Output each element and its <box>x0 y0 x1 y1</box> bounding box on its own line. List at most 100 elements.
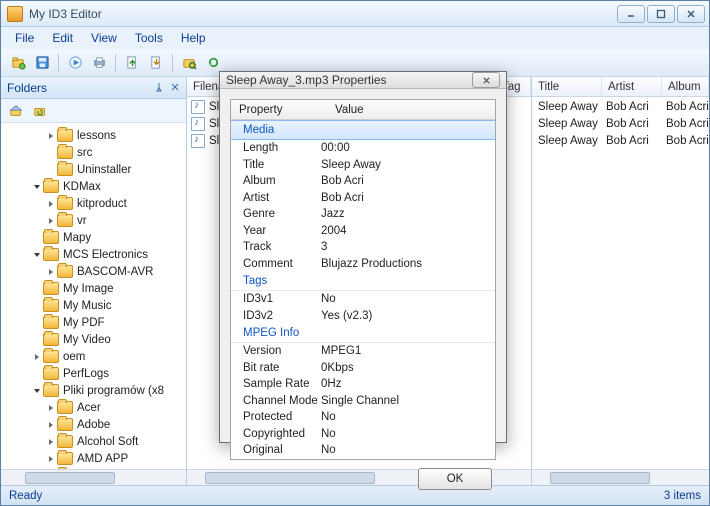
property-row[interactable]: CopyrightedNo <box>231 426 495 443</box>
twisty-icon[interactable] <box>45 404 57 412</box>
twisty-icon[interactable] <box>45 455 57 463</box>
ok-button[interactable]: OK <box>418 468 492 490</box>
track-row[interactable]: Sleep AwayBob AcriBob Acri <box>532 132 709 149</box>
property-section[interactable]: MPEG Info <box>231 324 495 343</box>
property-row[interactable]: Bit rate0Kbps <box>231 360 495 377</box>
property-row[interactable]: Track3 <box>231 239 495 256</box>
tree-node[interactable]: kitproduct <box>3 195 184 212</box>
tree-node[interactable]: BASCOM-AVR <box>3 263 184 280</box>
folder-icon <box>43 316 59 329</box>
toolbar-save-icon[interactable] <box>31 52 53 74</box>
property-row[interactable]: OriginalNo <box>231 442 495 459</box>
twisty-icon[interactable] <box>45 438 57 446</box>
property-value: Bob Acri <box>321 192 495 204</box>
twisty-icon[interactable] <box>45 217 57 225</box>
tree-label: My Image <box>63 283 114 295</box>
tree-node[interactable]: vr <box>3 212 184 229</box>
close-pane-icon[interactable] <box>170 81 180 95</box>
twisty-icon[interactable] <box>31 251 43 259</box>
property-row[interactable]: Channel ModeSingle Channel <box>231 393 495 410</box>
toolbar-import-icon[interactable] <box>145 52 167 74</box>
tree-node[interactable]: My Video <box>3 331 184 348</box>
property-section[interactable]: Media <box>231 120 495 140</box>
tracklist-hscroll[interactable] <box>532 469 709 485</box>
menu-file[interactable]: File <box>7 29 42 47</box>
track-row[interactable]: Sleep AwayBob AcriBob Acri <box>532 98 709 115</box>
property-row[interactable]: Sample Rate0Hz <box>231 376 495 393</box>
folder-home-icon[interactable] <box>7 102 25 120</box>
tree-node[interactable]: Adobe <box>3 416 184 433</box>
twisty-icon[interactable] <box>45 200 57 208</box>
tree-node[interactable]: Pliki programów (x8 <box>3 382 184 399</box>
tree-node[interactable]: Uninstaller <box>3 161 184 178</box>
tree-node[interactable]: Mapy <box>3 229 184 246</box>
property-row[interactable]: ArtistBob Acri <box>231 190 495 207</box>
menu-tools[interactable]: Tools <box>127 29 171 47</box>
track-artist: Bob Acri <box>606 118 666 130</box>
property-row[interactable]: CommentBlujazz Productions <box>231 256 495 273</box>
twisty-icon[interactable] <box>45 132 57 140</box>
twisty-icon[interactable] <box>31 353 43 361</box>
col-artist[interactable]: Artist <box>602 77 662 96</box>
menu-view[interactable]: View <box>83 29 125 47</box>
property-section[interactable]: Tags <box>231 272 495 291</box>
col-title[interactable]: Title <box>532 77 602 96</box>
tree-node[interactable]: MCS Electronics <box>3 246 184 263</box>
toolbar-find-icon[interactable] <box>178 52 200 74</box>
property-row[interactable]: GenreJazz <box>231 206 495 223</box>
property-row[interactable]: ID3v2Yes (v2.3) <box>231 308 495 325</box>
tree-label: MCS Electronics <box>63 249 148 261</box>
twisty-icon[interactable] <box>45 268 57 276</box>
track-list-header[interactable]: Title Artist Album <box>532 77 709 97</box>
audio-file-icon <box>191 117 205 131</box>
minimize-button[interactable] <box>617 5 645 23</box>
folder-refresh-icon[interactable] <box>31 102 49 120</box>
property-row[interactable]: ProtectedNo <box>231 409 495 426</box>
maximize-button[interactable] <box>647 5 675 23</box>
tree-node[interactable]: KDMax <box>3 178 184 195</box>
toolbar-open-icon[interactable] <box>7 52 29 74</box>
tree-node[interactable]: Alcohol Soft <box>3 433 184 450</box>
property-row[interactable]: TitleSleep Away <box>231 157 495 174</box>
property-key: Year <box>231 225 321 237</box>
track-row[interactable]: Sleep AwayBob AcriBob Acri <box>532 115 709 132</box>
tree-node[interactable]: oem <box>3 348 184 365</box>
property-grid[interactable]: Property Value MediaLength00:00TitleSlee… <box>230 99 496 460</box>
toolbar-play-icon[interactable] <box>64 52 86 74</box>
tree-node[interactable]: AMD APP <box>3 450 184 467</box>
tree-node[interactable]: PerfLogs <box>3 365 184 382</box>
col-album[interactable]: Album <box>662 77 709 96</box>
toolbar-export-icon[interactable] <box>121 52 143 74</box>
twisty-icon[interactable] <box>31 387 43 395</box>
folders-hscroll[interactable] <box>1 469 186 485</box>
property-row[interactable]: Length00:00 <box>231 140 495 157</box>
property-row[interactable]: VersionMPEG1 <box>231 343 495 360</box>
tree-node[interactable]: Acer <box>3 399 184 416</box>
close-button[interactable] <box>677 5 705 23</box>
twisty-icon[interactable] <box>31 183 43 191</box>
dialog-close-button[interactable] <box>472 72 500 88</box>
property-value: Jazz <box>321 208 495 220</box>
folder-tree[interactable]: lessonssrcUninstallerKDMaxkitproductvrMa… <box>1 123 186 469</box>
menu-help[interactable]: Help <box>173 29 214 47</box>
pin-icon[interactable] <box>154 81 164 95</box>
property-row[interactable]: AlbumBob Acri <box>231 173 495 190</box>
tree-node[interactable]: My Music <box>3 297 184 314</box>
tree-node[interactable]: src <box>3 144 184 161</box>
tree-node[interactable]: My Image <box>3 280 184 297</box>
tree-label: PerfLogs <box>63 368 109 380</box>
folders-title: Folders <box>7 81 47 95</box>
property-key: Original <box>231 444 321 456</box>
tree-label: oem <box>63 351 85 363</box>
property-row[interactable]: Year2004 <box>231 223 495 240</box>
tree-node[interactable]: My PDF <box>3 314 184 331</box>
folder-icon <box>43 350 59 363</box>
tree-label: AMD APP <box>77 453 128 465</box>
property-row[interactable]: ID3v1No <box>231 291 495 308</box>
track-list-body[interactable]: Sleep AwayBob AcriBob AcriSleep AwayBob … <box>532 97 709 469</box>
tree-node[interactable]: lessons <box>3 127 184 144</box>
property-value: No <box>321 293 495 305</box>
toolbar-print-icon[interactable] <box>88 52 110 74</box>
twisty-icon[interactable] <box>45 421 57 429</box>
menu-edit[interactable]: Edit <box>44 29 81 47</box>
